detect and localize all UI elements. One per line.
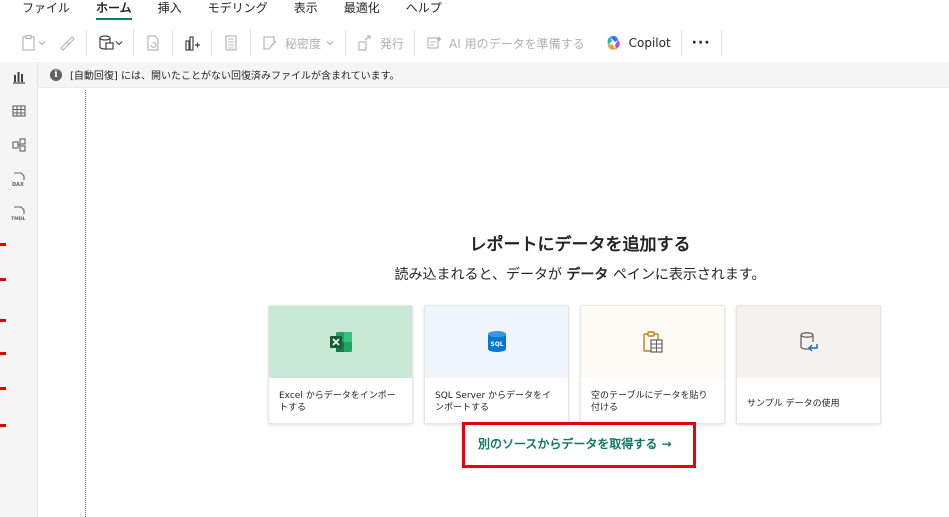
ribbon-separator	[680, 30, 682, 56]
subheading-text-pre: 読み込まれると、データが	[394, 267, 567, 283]
dax-query-view-button[interactable]: DAX	[10, 170, 28, 188]
add-data-heading: レポートにデータを追加する	[469, 235, 691, 255]
ribbon-toolbar: 秘密度 発行 AI 用のデータを準備する Copilot ···	[0, 24, 949, 62]
excel-import-card[interactable]: Excel からデータをインポートする	[268, 305, 413, 424]
paste-table-icon	[642, 331, 663, 353]
info-icon: i	[50, 68, 62, 81]
report-view-icon	[13, 72, 25, 84]
new-measure-button[interactable]	[216, 29, 246, 57]
card-illustration	[737, 306, 880, 378]
menu-bar: ファイル ホーム 挿入 モデリング 表示 最適化 ヘルプ	[0, 0, 949, 20]
red-mark	[0, 319, 6, 322]
calculator-icon	[225, 35, 237, 51]
subheading-text-bold: データ	[566, 267, 609, 283]
tmdl-view-button[interactable]: TMDL	[10, 204, 28, 222]
view-rail: DAX TMDL	[0, 62, 38, 517]
refresh-doc-icon	[147, 35, 159, 51]
sensitivity-label: 秘密度	[285, 36, 322, 51]
refresh-button[interactable]	[138, 29, 168, 57]
ribbon-separator	[86, 30, 87, 56]
subheading-text-post: ペインに表示されます。	[608, 267, 766, 283]
prepare-ai-button[interactable]: AI 用のデータを準備する	[419, 29, 591, 57]
table-view-icon	[12, 105, 26, 117]
sensitivity-button[interactable]: 秘密度	[255, 29, 341, 57]
publish-button[interactable]: 発行	[350, 29, 410, 57]
brush-icon	[60, 36, 75, 51]
bar-chart-add-icon	[185, 36, 200, 51]
autorecover-message[interactable]: [自動回復] には、開いたことがない回復済みファイルが含まれています。	[70, 67, 400, 82]
red-mark	[0, 243, 6, 246]
red-mark	[0, 424, 6, 427]
format-painter-button[interactable]	[52, 29, 82, 57]
ribbon-separator	[345, 30, 347, 56]
publish-icon	[358, 35, 371, 51]
menu-insert[interactable]: 挿入	[158, 0, 182, 16]
svg-text:DAX: DAX	[12, 182, 24, 187]
ribbon-separator	[211, 30, 212, 56]
autorecover-infobar: i [自動回復] には、開いたことがない回復済みファイルが含まれています。	[38, 62, 949, 88]
prepare-ai-label: AI 用のデータを準備する	[449, 36, 585, 51]
copilot-label: Copilot	[628, 36, 671, 50]
new-visual-button[interactable]	[177, 29, 207, 57]
svg-text:SQL: SQL	[490, 341, 503, 348]
sql-server-import-label: SQL Server からデータをインポートする	[435, 391, 552, 413]
model-view-button[interactable]	[10, 136, 28, 154]
ribbon-separator	[720, 30, 722, 56]
chevron-down-icon	[326, 41, 334, 46]
more-options-button[interactable]: ···	[686, 29, 717, 57]
clipboard-icon	[22, 34, 35, 51]
tmdl-icon: TMDL	[11, 206, 26, 221]
ribbon-separator	[250, 30, 251, 56]
copilot-icon	[607, 36, 620, 50]
sql-server-icon: SQL	[487, 331, 506, 352]
more-options-icon: ···	[691, 35, 711, 51]
red-mark	[0, 278, 6, 281]
sample-data-icon	[799, 332, 818, 352]
card-illustration: SQL	[425, 306, 568, 378]
ribbon-separator	[414, 30, 416, 56]
add-data-subheading: 読み込まれると、データが データ ペインに表示されます。	[300, 264, 860, 284]
paste-table-card[interactable]: 空のテーブルにデータを貼り付ける	[580, 305, 725, 424]
menu-modeling[interactable]: モデリング	[208, 0, 268, 16]
paste-button[interactable]	[14, 29, 52, 57]
table-view-button[interactable]	[10, 102, 28, 120]
card-illustration	[581, 306, 724, 378]
chevron-down-icon	[38, 41, 46, 46]
svg-text:TMDL: TMDL	[11, 216, 26, 221]
menu-file[interactable]: ファイル	[22, 0, 70, 16]
menu-optimize[interactable]: 最適化	[344, 0, 380, 16]
sample-data-card[interactable]: サンプル データの使用	[736, 305, 881, 424]
red-mark	[0, 352, 6, 355]
copilot-button[interactable]: Copilot	[599, 29, 677, 57]
ribbon-separator	[172, 30, 173, 56]
menu-help[interactable]: ヘルプ	[406, 0, 442, 16]
publish-label: 発行	[380, 36, 405, 51]
prepare-ai-icon	[427, 36, 443, 49]
card-illustration	[269, 306, 412, 378]
ribbon-separator	[133, 30, 134, 56]
dax-icon: DAX	[12, 172, 25, 187]
data-source-cards: Excel からデータをインポートする SQL SQL Server からデータ…	[268, 305, 881, 424]
sql-server-import-card[interactable]: SQL SQL Server からデータをインポートする	[424, 305, 569, 424]
excel-import-label: Excel からデータをインポートする	[279, 391, 396, 413]
database-icon	[99, 35, 114, 50]
menu-home[interactable]: ホーム	[96, 0, 132, 20]
get-data-button[interactable]	[91, 29, 129, 57]
model-view-icon	[12, 138, 26, 152]
paste-table-label: 空のテーブルにデータを貼り付ける	[591, 391, 708, 413]
sensitivity-icon	[263, 36, 277, 50]
get-data-other-source-link[interactable]: 別のソースからデータを取得する →	[478, 435, 672, 452]
menu-view[interactable]: 表示	[294, 0, 318, 16]
excel-icon	[329, 332, 352, 352]
sample-data-label: サンプル データの使用	[747, 399, 840, 409]
chevron-down-icon	[115, 41, 123, 46]
report-view-button[interactable]	[10, 68, 28, 86]
red-mark	[0, 387, 6, 390]
canvas-edge	[85, 90, 86, 517]
